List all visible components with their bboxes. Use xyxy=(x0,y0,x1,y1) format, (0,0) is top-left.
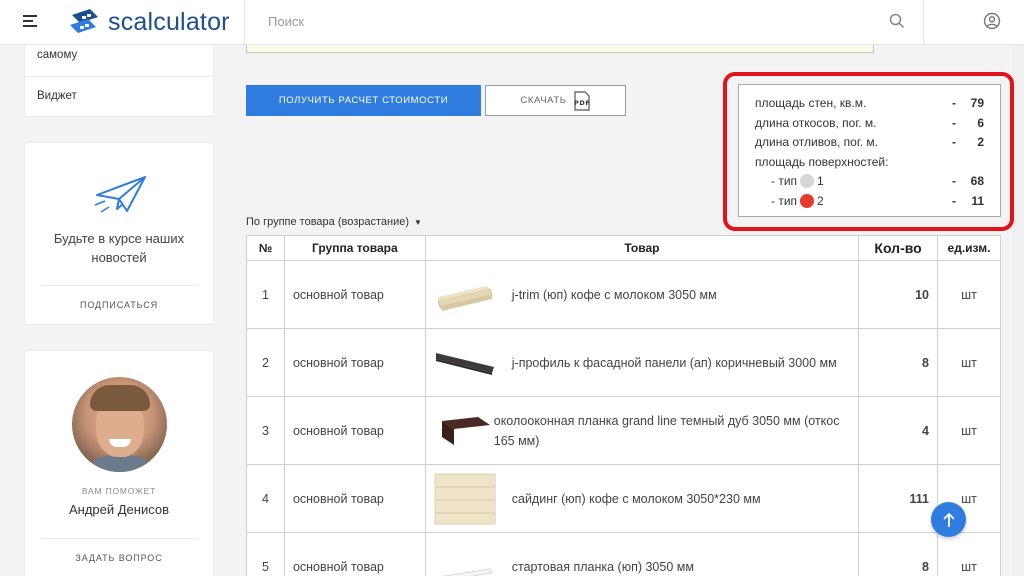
table-row[interactable]: 5 основной товар стартовая планка (юп) 3… xyxy=(246,532,1001,576)
scroll-to-top-button[interactable] xyxy=(931,502,966,537)
divider xyxy=(41,538,197,539)
surface-type-row: - тип 2 - 11 xyxy=(771,194,984,208)
arrow-up-icon xyxy=(942,512,955,527)
user-icon[interactable] xyxy=(983,12,1001,30)
subscribe-button[interactable]: ПОДПИСАТЬСЯ xyxy=(25,300,213,310)
col-product[interactable]: Товар xyxy=(424,235,860,261)
download-label: СКАЧАТЬ xyxy=(520,95,567,106)
surface-color-swatch xyxy=(800,174,815,188)
table-row[interactable]: 2 основной товар j-профиль к фасадной па… xyxy=(246,328,1001,397)
header-divider xyxy=(923,0,924,45)
subscribe-text: Будьте в курсе наших новостей xyxy=(53,231,185,265)
logo-text: scalculator xyxy=(108,7,230,36)
summary-row: длина откосов, пог. м. - 6 xyxy=(755,116,984,130)
surface-color-swatch xyxy=(800,194,815,208)
logo[interactable]: scalculator xyxy=(68,6,230,38)
products-table: № Группа товара Товар Кол-во ед.изм. 1 о… xyxy=(246,235,1001,576)
paper-plane-icon xyxy=(94,176,146,213)
col-number: № xyxy=(246,235,285,261)
avatar xyxy=(72,377,167,472)
product-image xyxy=(437,285,493,311)
col-group[interactable]: Группа товара xyxy=(283,235,426,261)
search-icon[interactable] xyxy=(889,13,905,29)
download-pdf-button[interactable]: СКАЧАТЬ PDF xyxy=(485,85,626,116)
summary-panel: площадь стен, кв.м. - 79 длина откосов, … xyxy=(738,84,1001,217)
product-image xyxy=(434,473,496,524)
pdf-icon: PDF xyxy=(574,90,590,111)
help-label: ВАМ ПОМОЖЕТ xyxy=(81,486,157,496)
table-row[interactable]: 4 основной товар сайдинг (юп) кофе с мол… xyxy=(246,464,1001,533)
sort-dropdown[interactable]: По группе товара (возрастание) ▼ xyxy=(246,216,422,228)
divider xyxy=(25,76,213,77)
col-qty[interactable]: Кол-во xyxy=(858,235,938,261)
consultant-name: Андрей Денисов xyxy=(68,502,170,517)
product-image xyxy=(435,352,494,375)
consultant-card: ВАМ ПОМОЖЕТ Андрей Денисов ЗАДАТЬ ВОПРОС xyxy=(24,350,214,576)
surface-type-row: - тип 1 - 68 xyxy=(771,174,984,188)
table-row[interactable]: 1 основной товар j-trim (юп) кофе с моло… xyxy=(246,260,1001,329)
product-image xyxy=(438,568,493,576)
col-unit: ед.изм. xyxy=(937,235,1001,261)
caret-down-icon: ▼ xyxy=(414,218,422,227)
get-estimate-button[interactable]: ПОЛУЧИТЬ РАСЧЕТ СТОИМОСТИ xyxy=(246,85,481,116)
table-header: № Группа товара Товар Кол-во ед.изм. xyxy=(246,235,1001,261)
subscribe-card: Будьте в курсе наших новостей ПОДПИСАТЬС… xyxy=(24,142,214,325)
top-header: scalculator Поиск xyxy=(0,0,1024,45)
summary-row: площадь стен, кв.м. - 79 xyxy=(755,96,984,110)
table-row[interactable]: 3 основной товар околооконная планка gra… xyxy=(246,396,1001,465)
logo-icon xyxy=(70,9,98,33)
menu-icon[interactable] xyxy=(23,15,37,27)
sidebar-menu: самому Виджет xyxy=(24,34,214,117)
summary-row: длина отливов, пог. м. - 2 xyxy=(755,135,984,149)
divider xyxy=(41,285,197,286)
sidebar-item-widget[interactable]: Виджет xyxy=(37,90,77,102)
ask-question-button[interactable]: ЗАДАТЬ ВОПРОС xyxy=(25,553,213,563)
surfaces-label-row: площадь поверхностей: xyxy=(755,155,889,169)
sidebar-item-self[interactable]: самому xyxy=(37,49,77,61)
product-image xyxy=(441,416,490,445)
svg-text:PDF: PDF xyxy=(574,99,590,107)
search-input[interactable]: Поиск xyxy=(268,14,304,29)
header-divider xyxy=(244,0,245,45)
